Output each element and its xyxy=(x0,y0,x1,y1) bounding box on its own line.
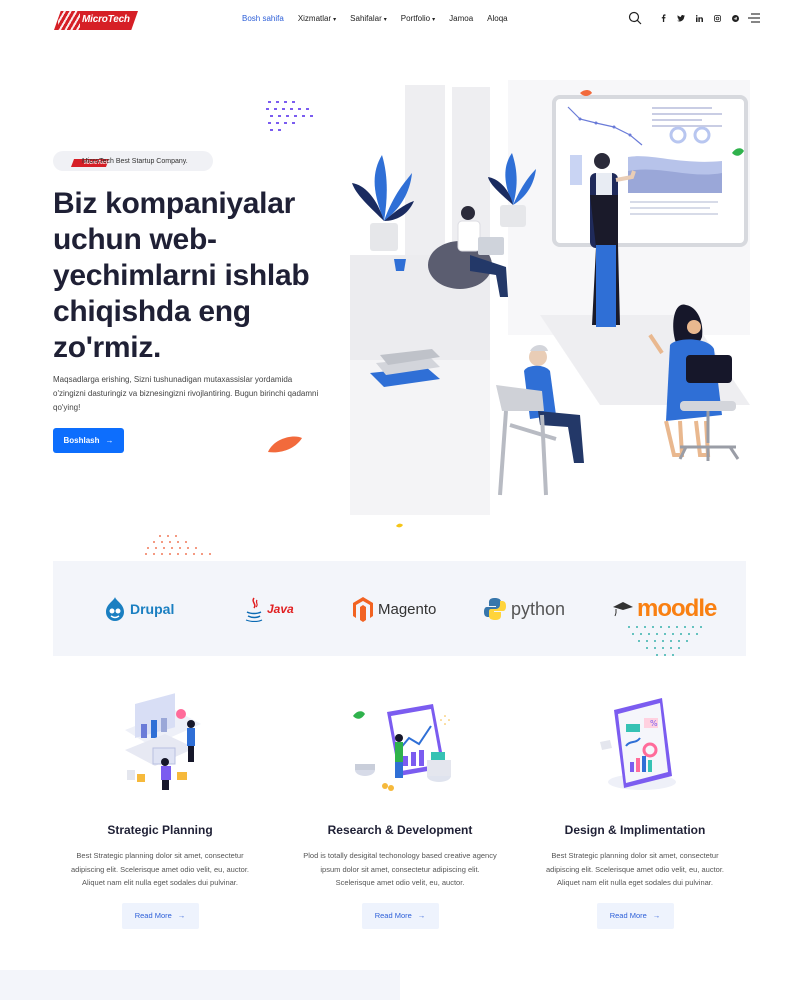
chevron-down-icon: ▾ xyxy=(333,17,337,23)
magento-icon xyxy=(353,597,373,622)
arrow-right-icon: → xyxy=(652,911,661,920)
arrow-right-icon: → xyxy=(105,436,114,445)
moodle-logo[interactable]: moodle xyxy=(613,595,717,623)
read-more-button[interactable]: Read More → xyxy=(361,902,439,929)
header-icons xyxy=(628,11,760,25)
research-development-illustration xyxy=(353,704,451,791)
social-links xyxy=(658,11,740,25)
badge-text: MicroTech Best Startup Company. xyxy=(82,157,188,165)
instagram-icon[interactable] xyxy=(712,11,722,25)
drupal-icon xyxy=(106,597,124,621)
decorative-dots-teal xyxy=(628,626,702,656)
decorative-dots-orange xyxy=(145,535,211,555)
hero-illustration xyxy=(350,80,750,515)
python-icon xyxy=(484,598,506,620)
feature-strategic-planning: Strategic Planning Best Strategic planni… xyxy=(60,690,260,929)
telegram-icon[interactable] xyxy=(730,11,740,25)
feature-title: Research & Development xyxy=(327,823,473,837)
feature-title: Design & Implimentation xyxy=(564,823,706,837)
hero-title: Biz kompaniyalar uchun web-yechimlarni i… xyxy=(53,187,310,364)
arrow-right-icon: → xyxy=(417,911,426,920)
nav-item-contact[interactable]: Aloqa xyxy=(487,14,507,23)
hero-badge: MicroTech MicroTech Best Startup Company… xyxy=(53,151,213,171)
nav-item-home[interactable]: Bosh sahifa xyxy=(242,14,284,23)
feature-text: Best Strategic planning dolor sit amet, … xyxy=(545,851,724,887)
chevron-down-icon: ▾ xyxy=(432,17,436,23)
linkedin-icon[interactable] xyxy=(694,11,704,25)
logo-stripes xyxy=(58,11,80,30)
arrow-right-icon: → xyxy=(177,911,186,920)
orange-leaf-shape xyxy=(268,436,302,453)
logo-text: MicroTech xyxy=(82,14,130,25)
feature-text: Best Strategic planning dolor sit amet, … xyxy=(70,851,249,887)
start-button[interactable]: Boshlash → xyxy=(53,428,124,453)
read-more-button[interactable]: Read More → xyxy=(121,902,199,929)
java-icon xyxy=(245,597,263,622)
nav-item-services[interactable]: Xizmatlar ▾ xyxy=(298,14,336,23)
site-logo[interactable]: MicroTech xyxy=(54,11,138,30)
feature-research-development: Research & Development Plod is totally d… xyxy=(300,690,500,929)
search-icon[interactable] xyxy=(628,11,642,25)
next-section-background xyxy=(0,970,400,1000)
feature-design-implementation: % Design & Implimentation Best Strategic… xyxy=(535,690,735,929)
twitter-icon[interactable] xyxy=(676,11,686,25)
svg-text:%: % xyxy=(650,719,658,728)
partner-logos: Drupal Java Magento python moodle xyxy=(53,561,746,656)
feature-text: Plod is totally desigital techonology ba… xyxy=(303,851,497,887)
facebook-icon[interactable] xyxy=(658,11,668,25)
site-header: MicroTech Bosh sahifa Xizmatlar ▾ Sahifal… xyxy=(0,0,800,40)
drupal-logo[interactable]: Drupal xyxy=(104,595,174,623)
read-more-button[interactable]: Read More → xyxy=(596,902,674,929)
nav-item-pages[interactable]: Sahifalar ▾ xyxy=(350,14,387,23)
moodle-hat-icon xyxy=(613,602,633,617)
magento-logo[interactable]: Magento xyxy=(352,595,436,623)
chevron-down-icon: ▾ xyxy=(383,17,387,23)
main-nav: Bosh sahifa Xizmatlar ▾ Sahifalar ▾ Portfo… xyxy=(242,14,508,23)
nav-item-portfolio[interactable]: Portfolio ▾ xyxy=(401,14,435,23)
design-implementation-illustration: % xyxy=(600,698,676,790)
decorative-dots-top xyxy=(266,101,313,131)
python-logo[interactable]: python xyxy=(483,595,565,623)
feature-title: Strategic Planning xyxy=(107,823,213,837)
menu-icon[interactable] xyxy=(748,13,760,23)
nav-item-team[interactable]: Jamoa xyxy=(449,14,473,23)
hero-description: Maqsadlarga erishing, Sizni tushunadigan… xyxy=(53,375,319,412)
strategic-planning-illustration xyxy=(125,693,201,790)
java-logo[interactable]: Java xyxy=(245,595,294,623)
